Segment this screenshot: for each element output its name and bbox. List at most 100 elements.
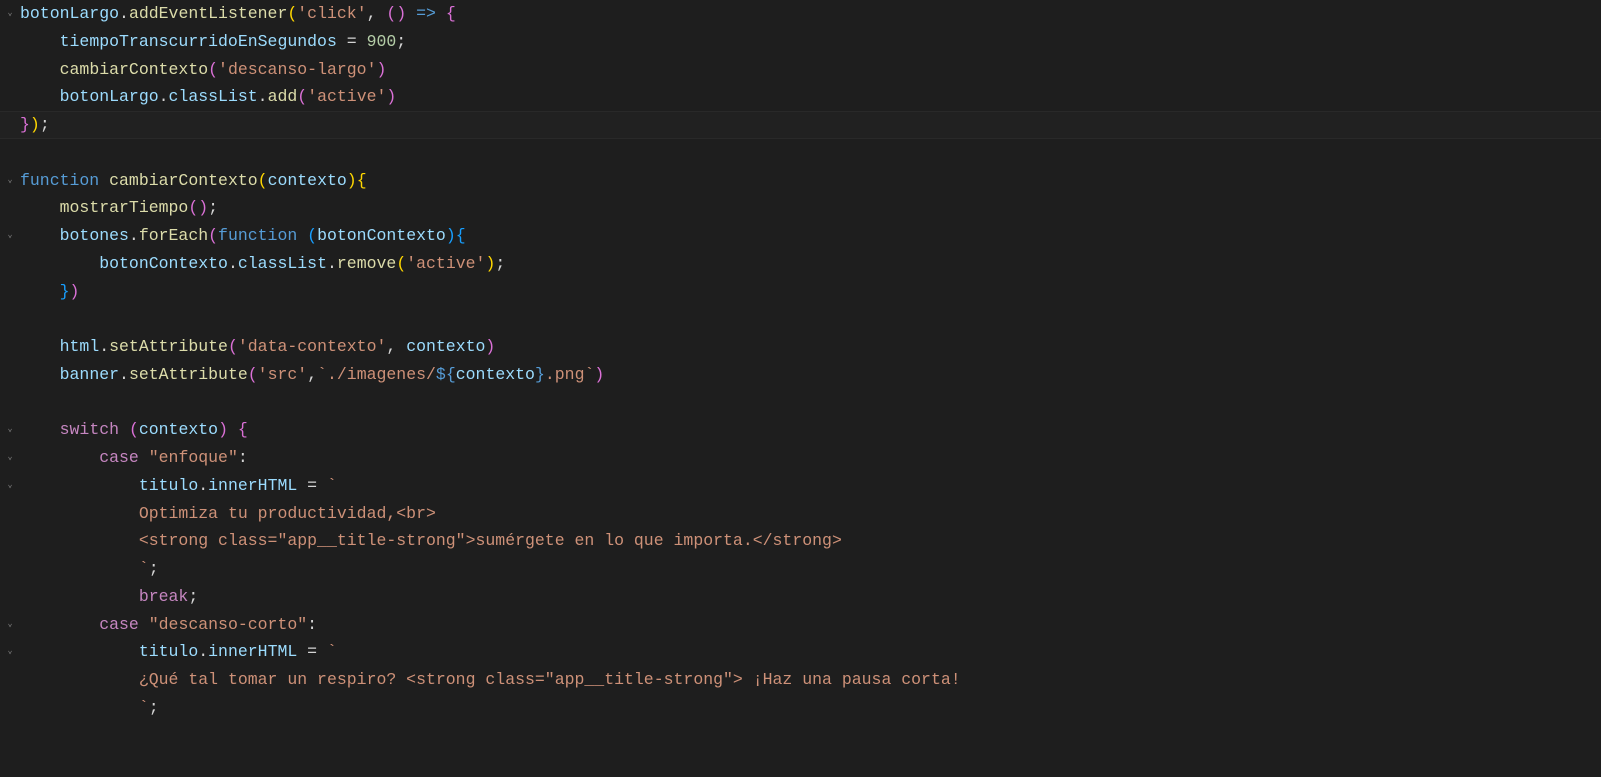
fold-gutter [0,83,20,111]
code-token: setAttribute [129,365,248,384]
fold-gutter [0,28,20,56]
code-line[interactable]: mostrarTiempo(); [0,194,1601,222]
code-line-content: `; [20,694,159,722]
code-line-content: cambiarContexto('descanso-largo') [20,56,386,84]
code-token: ; [208,198,218,217]
code-token: 'active' [307,87,386,106]
chevron-down-icon[interactable]: ⌄ [8,0,13,28]
fold-gutter [0,305,20,333]
code-line[interactable]: `; [0,555,1601,583]
code-line[interactable]: ⌄botonLargo.addEventListener('click', ()… [0,0,1601,28]
code-token: . [99,337,109,356]
code-token: 'data-contexto' [238,337,387,356]
chevron-down-icon[interactable]: ⌄ [8,611,13,639]
chevron-down-icon[interactable]: ⌄ [8,416,13,444]
fold-gutter[interactable]: ⌄ [0,611,20,639]
code-token [139,615,149,634]
code-line[interactable]: ¿Qué tal tomar un respiro? <strong class… [0,666,1601,694]
code-line[interactable]: botonContexto.classList.remove('active')… [0,250,1601,278]
fold-gutter [0,722,20,750]
code-line-content: titulo.innerHTML = ` [20,472,337,500]
fold-gutter[interactable]: ⌄ [0,222,20,250]
code-line[interactable]: <strong class="app__title-strong">sumérg… [0,527,1601,555]
code-token: classList [169,87,258,106]
code-line[interactable]: html.setAttribute('data-contexto', conte… [0,333,1601,361]
code-token: . [119,4,129,23]
fold-gutter [0,666,20,694]
fold-gutter[interactable]: ⌄ [0,167,20,195]
fold-gutter [0,111,20,139]
code-line[interactable]: `; [0,694,1601,722]
code-editor[interactable]: ⌄botonLargo.addEventListener('click', ()… [0,0,1601,749]
code-line[interactable] [0,305,1601,333]
code-token: . [159,87,169,106]
code-line-content: banner.setAttribute('src',`./imagenes/${… [20,361,604,389]
code-line[interactable]: ⌄function cambiarContexto(contexto){ [0,167,1601,195]
code-token: : [238,448,248,467]
code-token: 900 [367,32,397,51]
chevron-down-icon[interactable]: ⌄ [8,444,13,472]
code-line[interactable]: ⌄ case "enfoque": [0,444,1601,472]
code-token: ( [188,198,198,217]
code-line-content: function cambiarContexto(contexto){ [20,167,367,195]
code-line[interactable]: }); [0,111,1601,139]
code-token [436,4,446,23]
code-token: ) [386,87,396,106]
code-token: botonLargo [20,4,119,23]
code-token: ) [70,282,80,301]
code-line[interactable] [0,722,1601,750]
code-token [297,226,307,245]
code-token: function [218,226,297,245]
fold-gutter[interactable]: ⌄ [0,472,20,500]
code-token: { [446,4,456,23]
code-token: ) [594,365,604,384]
code-line[interactable]: cambiarContexto('descanso-largo') [0,56,1601,84]
chevron-down-icon[interactable]: ⌄ [8,638,13,666]
code-token: contexto [406,337,485,356]
code-token: ( [258,171,268,190]
code-token: contexto [139,420,218,439]
code-token: ; [40,115,50,134]
code-token: ) [30,115,40,134]
code-token: . [198,476,208,495]
code-line[interactable]: banner.setAttribute('src',`./imagenes/${… [0,361,1601,389]
code-token: ( [228,337,238,356]
code-token: tiempoTranscurridoEnSegundos [60,32,337,51]
code-token: case [99,615,139,634]
chevron-down-icon[interactable]: ⌄ [8,472,13,500]
code-token: : [307,615,317,634]
code-token: ; [149,698,159,717]
code-line[interactable]: ⌄ switch (contexto) { [0,416,1601,444]
code-line[interactable]: tiempoTranscurridoEnSegundos = 900; [0,28,1601,56]
code-line[interactable]: ⌄ titulo.innerHTML = ` [0,472,1601,500]
code-token: ` [139,698,149,717]
code-line[interactable] [0,389,1601,417]
fold-gutter[interactable]: ⌄ [0,416,20,444]
code-line[interactable] [0,139,1601,167]
code-token: ) [218,420,228,439]
code-line[interactable]: }) [0,278,1601,306]
code-token: = [297,642,327,661]
code-token: ( [129,420,139,439]
fold-gutter [0,555,20,583]
fold-gutter[interactable]: ⌄ [0,638,20,666]
code-line[interactable]: Optimiza tu productividad,<br> [0,500,1601,528]
fold-gutter[interactable]: ⌄ [0,0,20,28]
fold-gutter[interactable]: ⌄ [0,444,20,472]
fold-gutter [0,361,20,389]
code-line[interactable]: ⌄ case "descanso-corto": [0,611,1601,639]
code-token: . [119,365,129,384]
code-token: ) [198,198,208,217]
code-token: mostrarTiempo [60,198,189,217]
code-line[interactable]: break; [0,583,1601,611]
code-line[interactable]: ⌄ botones.forEach(function (botonContext… [0,222,1601,250]
code-line[interactable]: ⌄ titulo.innerHTML = ` [0,638,1601,666]
chevron-down-icon[interactable]: ⌄ [8,222,13,250]
code-token: ) [376,60,386,79]
code-line[interactable]: botonLargo.classList.add('active') [0,83,1601,111]
code-token: setAttribute [109,337,228,356]
fold-gutter [0,139,20,167]
code-line-content: <strong class="app__title-strong">sumérg… [20,527,842,555]
chevron-down-icon[interactable]: ⌄ [8,167,13,195]
code-token: => [416,4,436,23]
